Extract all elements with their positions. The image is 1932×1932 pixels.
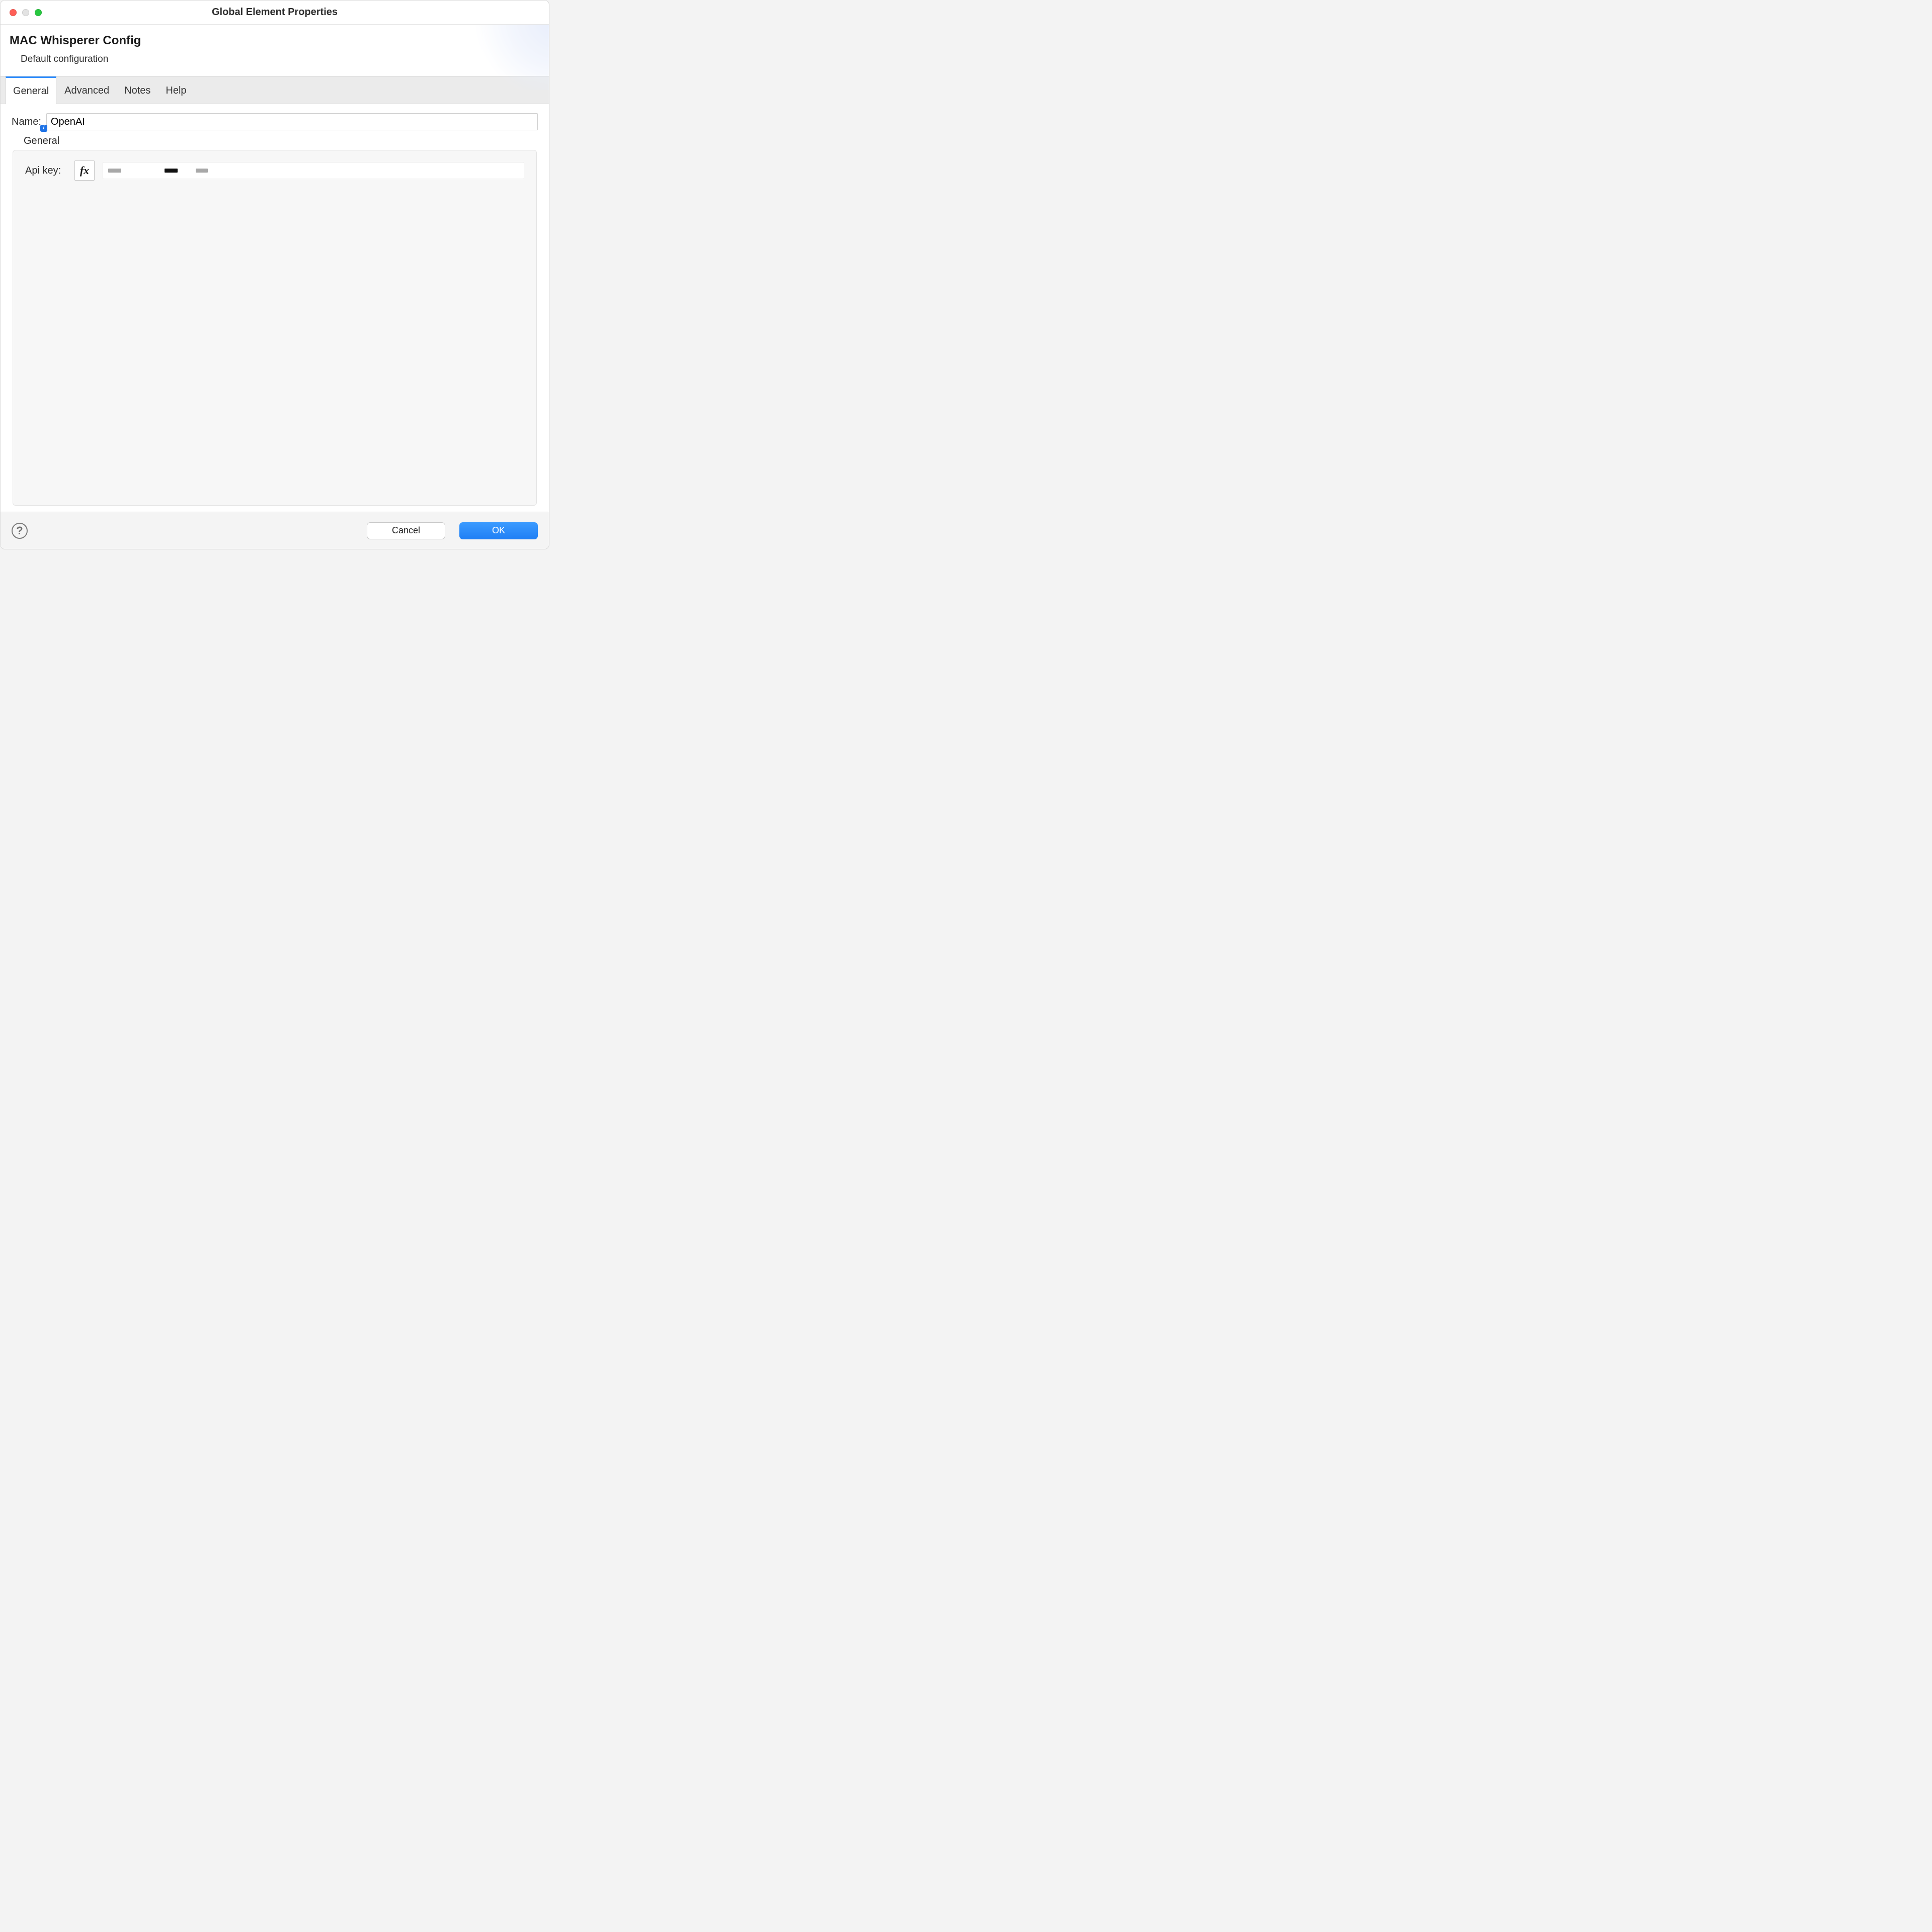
name-input[interactable]: [46, 113, 538, 130]
minimize-window-button: [22, 9, 29, 16]
name-label-text: Name:: [12, 116, 41, 127]
tab-notes[interactable]: Notes: [117, 76, 157, 104]
window-controls: [10, 9, 42, 16]
expression-fx-button[interactable]: fx: [74, 160, 95, 181]
redacted-segment: [196, 169, 208, 173]
dialog-header: MAC Whisperer Config Default configurati…: [1, 25, 549, 76]
api-key-row: Api key: fx: [25, 160, 524, 181]
name-label: Name: i: [12, 116, 41, 128]
tab-bar: General Advanced Notes Help: [1, 76, 549, 104]
help-button[interactable]: ?: [12, 523, 28, 539]
zoom-window-button[interactable]: [35, 9, 42, 16]
close-window-button[interactable]: [10, 9, 17, 16]
name-row: Name: i: [7, 113, 543, 130]
tab-help[interactable]: Help: [158, 76, 193, 104]
config-subtitle: Default configuration: [21, 54, 540, 65]
help-icon: ?: [16, 524, 23, 537]
general-fieldset: Api key: fx: [13, 150, 537, 506]
ok-button[interactable]: OK: [459, 522, 538, 539]
info-icon[interactable]: i: [40, 125, 47, 132]
config-title: MAC Whisperer Config: [10, 34, 540, 48]
dialog-footer: ? Cancel OK: [1, 512, 549, 549]
redacted-segment: [165, 169, 178, 173]
general-section-label: General: [24, 135, 543, 147]
dialog-window: Global Element Properties MAC Whisperer …: [0, 0, 549, 549]
tab-content: Name: i General Api key: fx: [1, 104, 549, 512]
window-title: Global Element Properties: [9, 7, 541, 18]
cancel-button[interactable]: Cancel: [367, 522, 445, 539]
tab-advanced[interactable]: Advanced: [57, 76, 116, 104]
api-key-input[interactable]: [103, 162, 524, 179]
tab-general[interactable]: General: [6, 76, 56, 104]
titlebar: Global Element Properties: [1, 1, 549, 25]
redacted-segment: [108, 169, 121, 173]
api-key-label: Api key:: [25, 165, 66, 177]
